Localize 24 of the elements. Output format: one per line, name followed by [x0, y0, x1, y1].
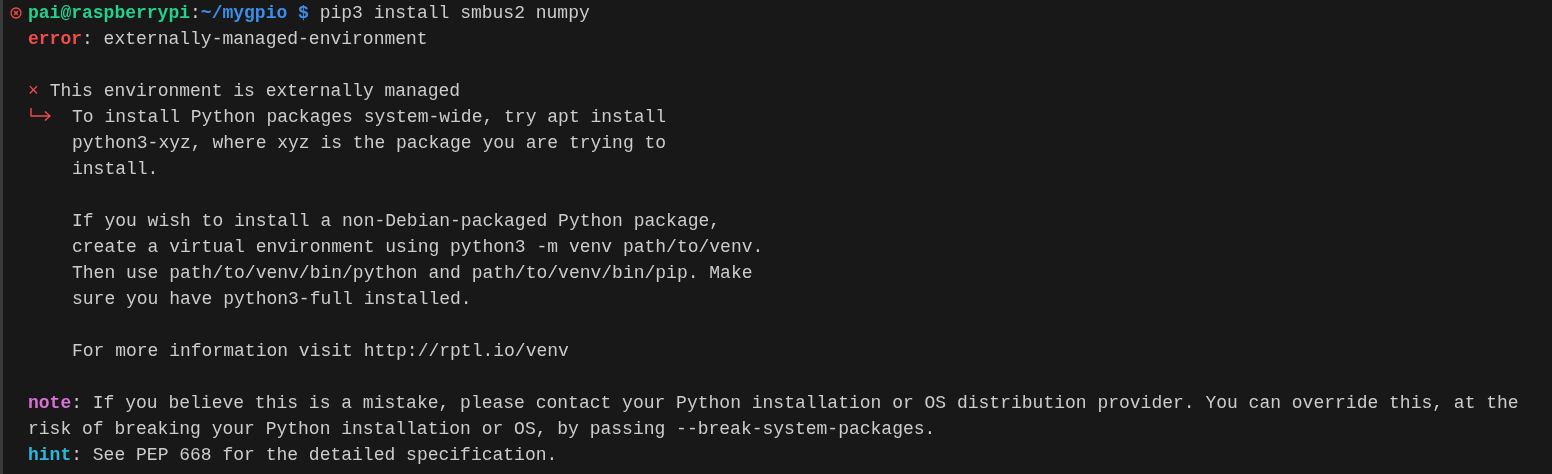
cause-detail-line: create a virtual environment using python3 -m venv path/to/venv. — [72, 236, 764, 259]
prompt-user-host: pai@raspberrypi — [28, 2, 191, 25]
cause-detail-line: install. — [72, 158, 159, 181]
hint-message: : See PEP 668 for the detailed specification. — [71, 444, 558, 467]
cause-detail-line: Then use path/to/venv/bin/python and path/to/venv/bin/pip. Make — [72, 262, 753, 285]
note-message: : If you believe this is a mistake, please contact your Python installation or OS distribution provider. You can override this, at the — [71, 392, 1519, 415]
hint-label: hint — [28, 444, 72, 467]
cause-detail-line: python3-xyz, where xyz is the package you are trying to — [72, 132, 667, 155]
note-message: risk of breaking your Python installation or OS, by passing --break-system-packages. — [28, 418, 936, 441]
cause-detail-line: If you wish to install a non-Debian-packaged Python package, — [72, 210, 721, 233]
command-text: pip3 install smbus2 numpy — [319, 2, 590, 25]
cause-detail-line: For more information visit http://rptl.io/venv — [72, 340, 569, 363]
prompt-symbol: $ — [298, 2, 309, 25]
error-label: error — [28, 28, 82, 51]
cause-detail-line: To install Python packages system-wide, try apt install — [72, 106, 667, 129]
error-message: : externally-managed-environment — [82, 28, 428, 51]
note-label: note — [28, 392, 72, 415]
cause-title: This environment is externally managed — [49, 80, 461, 103]
prompt-separator: : — [190, 2, 201, 25]
prompt-path: ~/mygpio — [200, 2, 288, 25]
cross-marker: × — [28, 80, 39, 103]
branch-arrow-icon — [30, 107, 51, 121]
cause-detail-line: sure you have python3-full installed. — [72, 288, 472, 311]
error-status-icon[interactable] — [9, 7, 22, 19]
